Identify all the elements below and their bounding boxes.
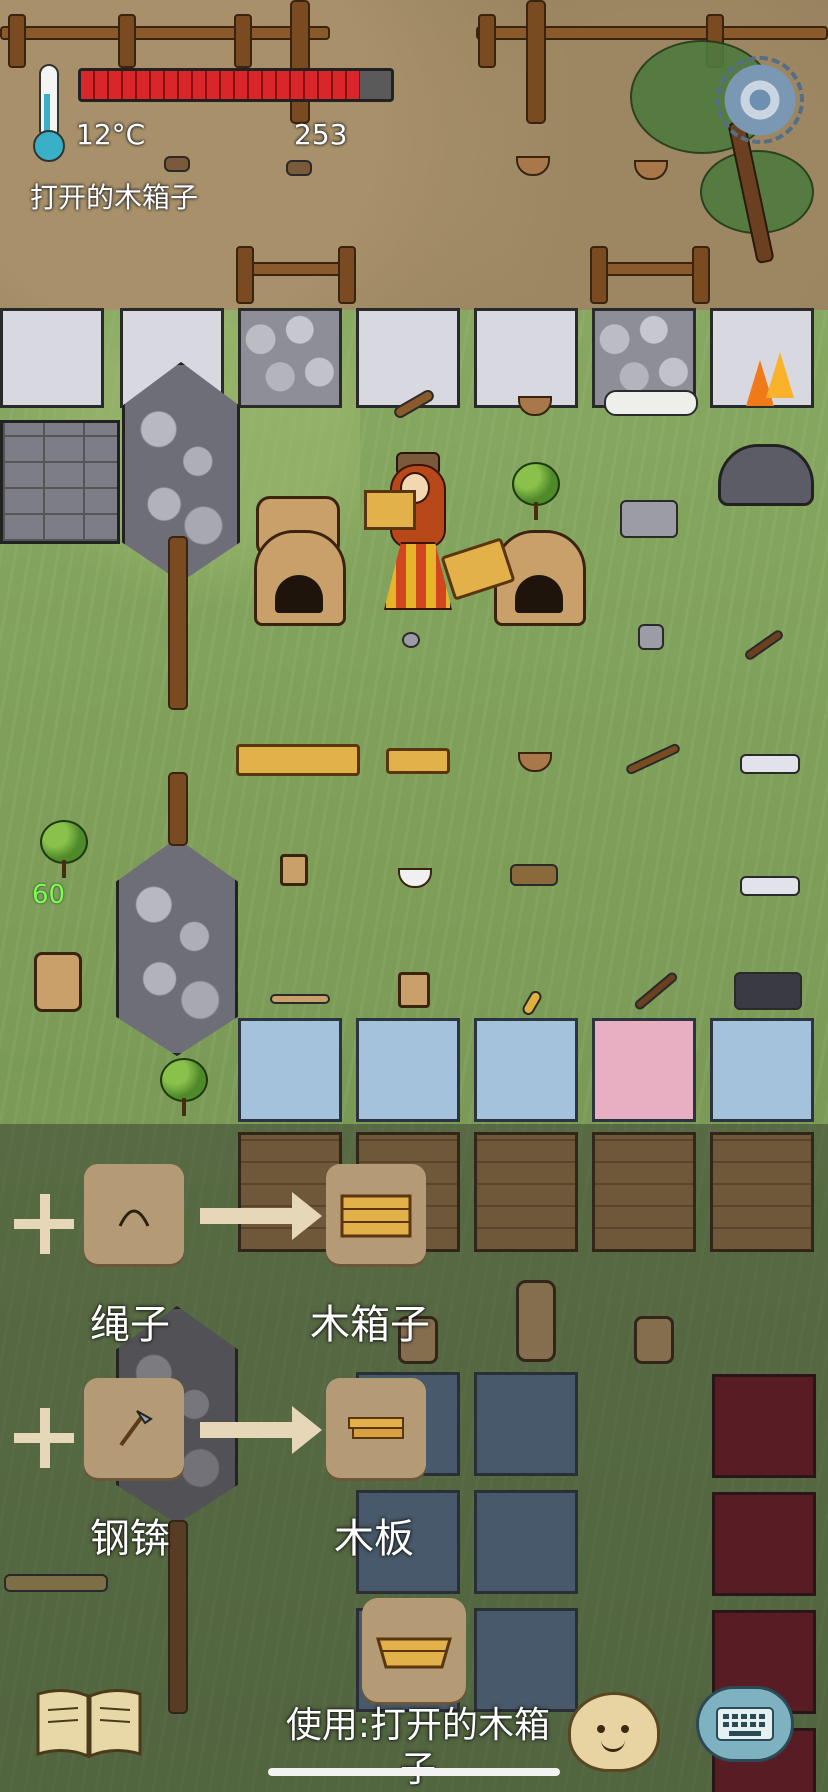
recipe-tool-label: 钢锛 — [90, 1516, 170, 1562]
cobblestone-tile[interactable] — [238, 308, 342, 408]
rock-pile[interactable] — [718, 444, 814, 506]
flat-stone[interactable] — [740, 754, 800, 774]
stone-floor-tile[interactable] — [474, 308, 578, 408]
wooden-boards[interactable] — [386, 748, 450, 774]
fence-post[interactable] — [290, 0, 310, 124]
rope-icon — [118, 1209, 150, 1227]
stone-pillar[interactable] — [116, 838, 238, 1056]
food-meter — [78, 68, 394, 102]
age-counter: 60 — [32, 880, 66, 910]
small-stone[interactable] — [164, 156, 190, 172]
stack-of-iron-ore[interactable] — [734, 972, 802, 1010]
stone-floor-tile[interactable] — [0, 308, 104, 408]
recipe-tool-label: 绳子 — [90, 1302, 170, 1348]
wooden-spoon[interactable] — [270, 994, 330, 1004]
fence-top-left[interactable] — [0, 14, 330, 68]
temperature-readout: 12°C — [76, 118, 146, 151]
fence-post[interactable] — [168, 772, 188, 846]
arrow-icon — [200, 1192, 322, 1240]
wooden-sled[interactable] — [236, 744, 360, 776]
stone-floor-tile[interactable] — [356, 308, 460, 408]
small-stone[interactable] — [286, 160, 312, 176]
water-tile[interactable] — [356, 1018, 460, 1122]
fence-post[interactable] — [168, 536, 188, 710]
gooseberry-bush[interactable] — [512, 462, 560, 520]
fence-post[interactable] — [526, 0, 546, 124]
food-meter-fill — [81, 71, 360, 99]
fence-mid-right[interactable] — [590, 246, 710, 304]
stone-wall[interactable] — [0, 420, 120, 544]
recipe-result-slot[interactable] — [326, 1378, 426, 1478]
water-tile[interactable] — [238, 1018, 342, 1122]
use-item-label: 使用:打开的木箱子 — [285, 1705, 551, 1790]
water-tile[interactable] — [474, 1018, 578, 1122]
iron-ingot[interactable] — [638, 624, 664, 650]
round-stone[interactable] — [402, 632, 420, 648]
keyboard-chat-icon[interactable] — [696, 1686, 794, 1762]
fence-mid-left[interactable] — [236, 246, 356, 304]
pink-tile[interactable] — [592, 1018, 696, 1122]
skeleton-bones[interactable] — [604, 390, 698, 416]
open-wooden-box-icon — [376, 1637, 452, 1669]
gear-icon[interactable] — [716, 56, 804, 144]
recipe-book-icon[interactable] — [34, 1686, 144, 1760]
wooden-bucket[interactable] — [280, 854, 308, 886]
home-indicator[interactable] — [268, 1768, 560, 1776]
arrow-icon — [200, 1406, 322, 1454]
thermometer-icon — [30, 64, 65, 162]
flat-stones[interactable] — [620, 500, 678, 538]
recipe-result-slot[interactable] — [326, 1164, 426, 1264]
wooden-box-icon — [340, 1194, 412, 1238]
player-character[interactable] — [364, 446, 456, 616]
plus-icon — [14, 1408, 74, 1468]
kindling[interactable] — [510, 864, 558, 886]
emote-face-icon[interactable] — [568, 1692, 660, 1772]
recipe-tool-slot[interactable] — [84, 1378, 184, 1478]
plus-icon — [14, 1194, 74, 1254]
steel-adze-icon — [119, 1410, 153, 1447]
campfire-flame — [766, 352, 794, 398]
flat-stone[interactable] — [740, 876, 800, 896]
gooseberry-bush[interactable] — [160, 1058, 208, 1116]
holding-label: 打开的木箱子 — [30, 181, 199, 214]
recipe-result-label: 木板 — [334, 1516, 414, 1562]
food-count: 253 — [294, 118, 348, 151]
held-item-slot[interactable] — [362, 1598, 466, 1702]
clay-kiln[interactable] — [254, 530, 346, 626]
clay-jar[interactable] — [34, 952, 82, 1012]
recipe-tool-slot[interactable] — [84, 1164, 184, 1264]
wooden-bucket[interactable] — [398, 972, 430, 1008]
gooseberry-bush[interactable] — [40, 820, 88, 878]
water-tile[interactable] — [710, 1018, 814, 1122]
boards-icon — [348, 1417, 404, 1439]
recipe-result-label: 木箱子 — [310, 1302, 430, 1348]
